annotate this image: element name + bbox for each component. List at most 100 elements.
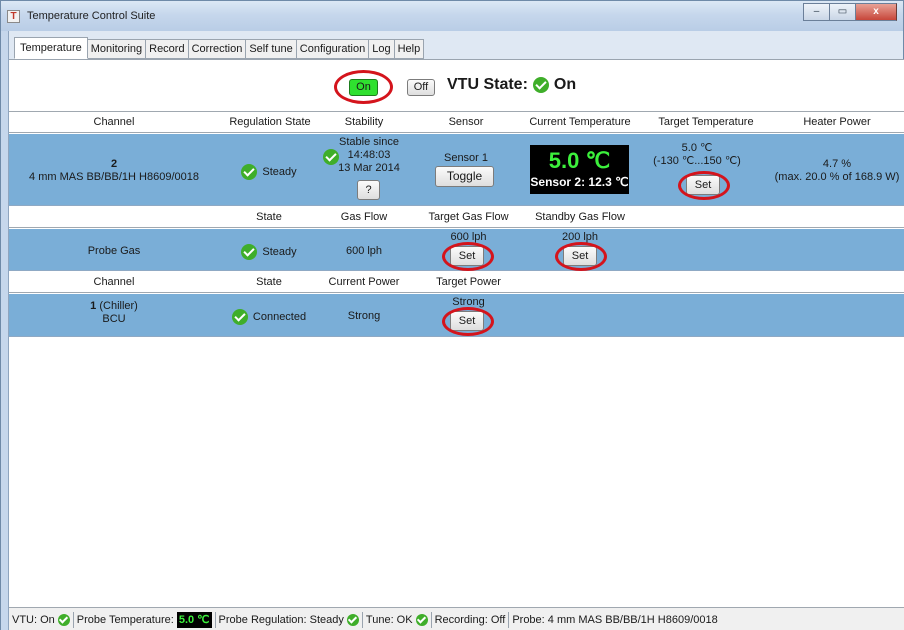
gas-flow-value: 600 lph <box>345 245 383 257</box>
header-current-power: Current Power <box>328 276 400 288</box>
app-icon: T <box>7 10 20 23</box>
target-temperature-cell: 5.0 ℃ (-130 ℃...150 ℃) <box>647 142 747 168</box>
header-current-temperature: Current Temperature <box>529 116 631 128</box>
header-state: State <box>256 276 282 288</box>
status-probe-temp-label: Probe Temperature: <box>76 613 174 626</box>
status-tune: Tune: OK <box>363 611 432 628</box>
status-recording: Recording: Off <box>432 611 510 628</box>
target-temperature-value: 5.0 ℃ <box>681 142 713 154</box>
vtu-off-button[interactable]: Off <box>407 79 435 96</box>
tab-record[interactable]: Record <box>146 39 189 59</box>
window-frame-left <box>1 31 9 630</box>
tab-bar: Temperature Monitoring Record Correction… <box>14 37 425 59</box>
header-target-temperature: Target Temperature <box>658 116 754 128</box>
regulation-state-value: Steady <box>262 165 297 178</box>
tab-configuration[interactable]: Configuration <box>296 39 370 59</box>
header-sensor: Sensor <box>448 116 484 128</box>
status-probe-regulation: Probe Regulation: Steady <box>216 611 363 628</box>
channel-cell: 2 4 mm MAS BB/BB/1H H8609/0018 <box>9 158 219 184</box>
check-icon <box>415 613 428 626</box>
status-probe-temp-value: 5.0 ℃ <box>176 611 212 628</box>
regulation-state-cell: Steady <box>219 164 319 180</box>
channel-row: 2 4 mm MAS BB/BB/1H H8609/0018 Steady St… <box>9 134 904 206</box>
current-power-value: Strong <box>347 310 381 322</box>
probe-gas-state-cell: Steady <box>219 244 319 260</box>
chiller-channel-name: BCU <box>102 313 126 325</box>
stability-cell: Stable since 14:48:03 13 Mar 2014 <box>329 136 409 175</box>
heater-power-max: (max. 20.0 % of 168.9 W) <box>774 171 900 183</box>
target-gas-flow-set-button[interactable]: Set <box>450 246 484 266</box>
window-title: Temperature Control Suite <box>27 10 156 22</box>
header-gas-flow: Gas Flow <box>340 211 388 223</box>
status-vtu-text: VTU: On <box>12 613 55 626</box>
sensor2-temperature: Sensor 2: 12.3 ℃ <box>530 175 629 189</box>
stability-help-button[interactable]: ? <box>357 180 380 200</box>
target-temperature-range: (-130 ℃...150 ℃) <box>653 155 741 167</box>
stability-line1: Stable since <box>339 136 399 148</box>
status-recording-text: Recording: Off <box>434 613 506 626</box>
check-icon <box>241 164 258 180</box>
status-probe-text: Probe: 4 mm MAS BB/BB/1H H8609/0018 <box>512 613 718 626</box>
standby-gas-flow-set-button[interactable]: Set <box>563 246 597 266</box>
target-gas-flow-value: 600 lph <box>450 231 487 243</box>
vtu-state-value: On <box>553 76 577 93</box>
status-probe-regulation-text: Probe Regulation: Steady <box>218 613 344 626</box>
chiller-channel-type: (Chiller) <box>99 300 138 312</box>
target-power-value: Strong <box>452 296 485 308</box>
tab-self-tune[interactable]: Self tune <box>246 39 297 59</box>
header-stability: Stability <box>344 116 384 128</box>
check-icon <box>346 613 359 626</box>
header-target-gas-flow: Target Gas Flow <box>428 211 509 223</box>
status-vtu: VTU: On <box>9 611 74 628</box>
status-bar: VTU: On Probe Temperature: 5.0 ℃ Probe R… <box>9 607 904 630</box>
status-probe: Probe: 4 mm MAS BB/BB/1H H8609/0018 <box>509 612 720 628</box>
header-channel: Channel <box>93 276 135 288</box>
tab-help[interactable]: Help <box>394 39 425 59</box>
check-icon <box>57 613 70 626</box>
chiller-state-cell: Connected <box>219 309 319 325</box>
minimize-button[interactable]: – <box>803 3 829 21</box>
sensor-toggle-button[interactable]: Toggle <box>435 166 494 187</box>
app-window: T Temperature Control Suite – ▭ x Temper… <box>0 0 904 630</box>
tab-temperature[interactable]: Temperature <box>14 37 88 59</box>
header-channel: Channel <box>93 116 135 128</box>
heater-power-value: 4.7 % <box>822 158 852 170</box>
window-controls: – ▭ x <box>803 3 897 21</box>
stability-date: 13 Mar 2014 <box>338 162 400 174</box>
close-button[interactable]: x <box>855 3 897 21</box>
check-icon <box>532 77 549 93</box>
current-temperature-value: 5.0 ℃ <box>548 148 611 173</box>
channel-number: 2 <box>110 158 118 170</box>
channel-table-header: Channel Regulation State Stability Senso… <box>9 112 904 133</box>
current-temperature-display: 5.0 ℃ Sensor 2: 12.3 ℃ <box>530 145 629 194</box>
probe-gas-row: Probe Gas Steady 600 lph 600 lph Set 200… <box>9 229 904 271</box>
tab-log[interactable]: Log <box>369 39 395 59</box>
chiller-state: Connected <box>252 310 307 323</box>
sensor-name: Sensor 1 <box>443 152 489 164</box>
tab-correction[interactable]: Correction <box>188 39 247 59</box>
channel-name: 4 mm MAS BB/BB/1H H8609/0018 <box>29 171 199 183</box>
header-standby-gas-flow: Standby Gas Flow <box>535 211 625 223</box>
tab-monitoring[interactable]: Monitoring <box>87 39 147 59</box>
target-power-set-button[interactable]: Set <box>450 311 484 331</box>
chiller-table-header: Channel State Current Power Target Power <box>9 272 904 293</box>
chiller-row: 1 (Chiller) BCU Connected Strong Strong … <box>9 294 904 337</box>
vtu-state-label: VTU State: <box>447 76 528 93</box>
header-heater-power: Heater Power <box>803 116 871 128</box>
vtu-control-row: On Off VTU State: On <box>9 60 904 112</box>
heater-power-cell: 4.7 % (max. 20.0 % of 168.9 W) <box>769 158 904 184</box>
chiller-channel-number: 1 <box>90 300 97 312</box>
status-tune-text: Tune: OK <box>365 613 413 626</box>
check-icon <box>231 309 248 325</box>
target-temperature-set-button[interactable]: Set <box>686 175 720 195</box>
maximize-button[interactable]: ▭ <box>829 3 855 21</box>
vtu-on-button[interactable]: On <box>349 79 378 96</box>
header-regulation-state: Regulation State <box>229 116 311 128</box>
title-bar[interactable]: T Temperature Control Suite – ▭ x <box>1 1 903 31</box>
chiller-channel-line: 1 (Chiller) <box>9 300 219 313</box>
probe-gas-name: Probe Gas <box>87 245 141 257</box>
header-target-power: Target Power <box>436 276 501 288</box>
stability-time: 14:48:03 <box>347 149 391 161</box>
temperature-panel: On Off VTU State: On Channel Regulation … <box>9 59 904 607</box>
header-state: State <box>256 211 282 223</box>
